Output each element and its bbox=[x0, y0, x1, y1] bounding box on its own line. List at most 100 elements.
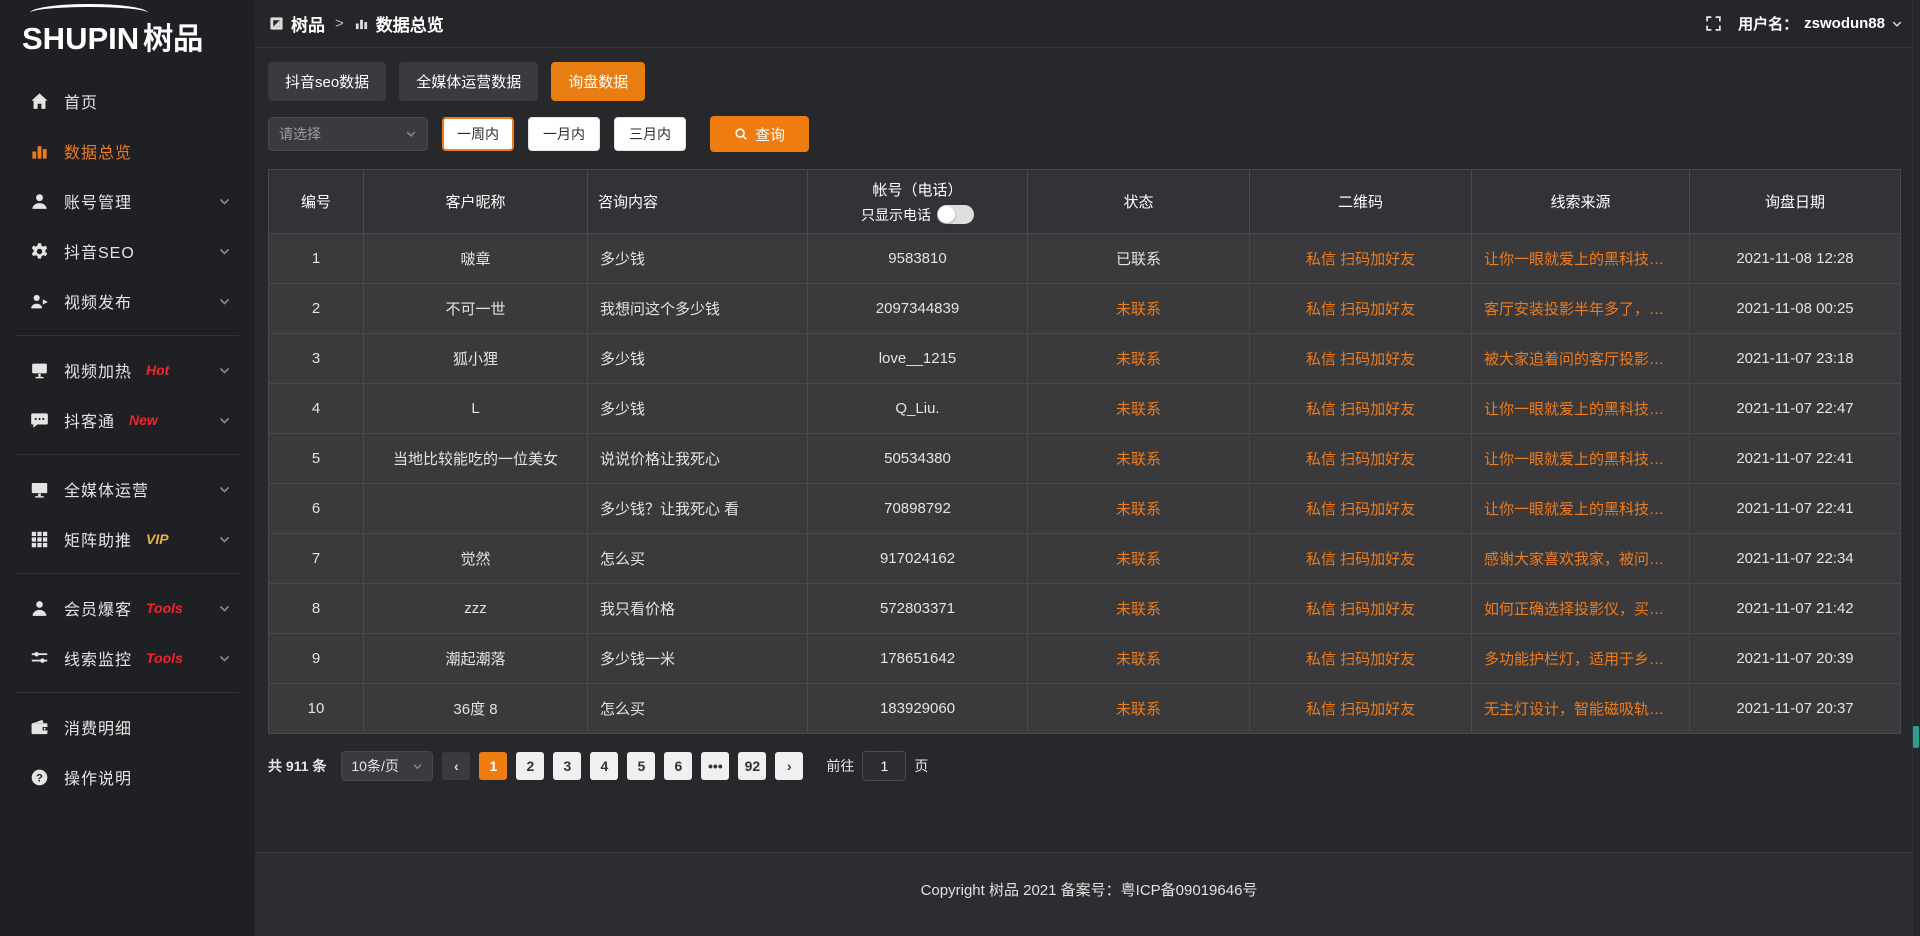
sidebar-item-10[interactable]: 会员爆客Tools bbox=[0, 583, 255, 633]
cell-source[interactable]: 无主灯设计，智能磁吸轨道灯... bbox=[1472, 684, 1690, 734]
search-button-label: 查询 bbox=[755, 124, 785, 145]
cell-nickname: 当地比较能吃的一位美女 bbox=[364, 434, 588, 484]
cell-qrcode[interactable]: 私信 扫码加好友 bbox=[1250, 484, 1472, 534]
sidebar-item-1[interactable]: 首页 bbox=[0, 76, 255, 126]
cell-qrcode[interactable]: 私信 扫码加好友 bbox=[1250, 634, 1472, 684]
next-page-button[interactable]: › bbox=[775, 752, 803, 780]
cell-qrcode[interactable]: 私信 扫码加好友 bbox=[1250, 584, 1472, 634]
sidebar: SHUPIN树品 首页数据总览账号管理抖音SEO视频发布视频加热Hot抖客通Ne… bbox=[0, 0, 255, 936]
cell-id: 1 bbox=[269, 234, 364, 284]
tab-2[interactable]: 全媒体运营数据 bbox=[399, 62, 538, 101]
cell-qrcode[interactable]: 私信 扫码加好友 bbox=[1250, 284, 1472, 334]
tab-3[interactable]: 询盘数据 bbox=[551, 62, 645, 101]
sidebar-divider bbox=[16, 454, 239, 455]
cell-source[interactable]: 被大家追着问的客厅投影分享... bbox=[1472, 334, 1690, 384]
cell-qrcode[interactable]: 私信 扫码加好友 bbox=[1250, 384, 1472, 434]
bar-chart-icon bbox=[354, 16, 369, 31]
cell-date: 2021-11-07 22:41 bbox=[1690, 484, 1901, 534]
cell-nickname: 啵章 bbox=[364, 234, 588, 284]
cell-account: love__1215 bbox=[808, 334, 1028, 384]
prev-page-button[interactable]: ‹ bbox=[442, 752, 470, 780]
user-menu[interactable]: 用户名：zswodun88 bbox=[1738, 13, 1903, 34]
page-ellipsis-button[interactable]: ••• bbox=[701, 752, 729, 780]
sidebar-item-6[interactable]: 视频加热Hot bbox=[0, 345, 255, 395]
sidebar-item-13[interactable]: ?操作说明 bbox=[0, 752, 255, 802]
scrollbar-track[interactable] bbox=[1912, 0, 1920, 936]
content-area: 抖音seo数据全媒体运营数据询盘数据 请选择 一周内一月内三月内 查询 bbox=[255, 48, 1920, 852]
search-button[interactable]: 查询 bbox=[710, 116, 809, 152]
account-select[interactable]: 请选择 bbox=[268, 117, 428, 151]
cell-id: 9 bbox=[269, 634, 364, 684]
page-size-select[interactable]: 10条/页 bbox=[341, 751, 433, 781]
page-button-3[interactable]: 3 bbox=[553, 752, 581, 780]
search-icon bbox=[734, 127, 748, 141]
page-button-4[interactable]: 4 bbox=[590, 752, 618, 780]
breadcrumb-current: 数据总览 bbox=[376, 11, 444, 36]
sidebar-item-badge: Tools bbox=[146, 600, 183, 616]
sidebar-divider bbox=[16, 335, 239, 336]
cell-source[interactable]: 让你一眼就爱上的黑科技，能... bbox=[1472, 484, 1690, 534]
topbar-right: 用户名：zswodun88 bbox=[1705, 13, 1903, 34]
cell-source[interactable]: 让你一眼就爱上的黑科技，能... bbox=[1472, 434, 1690, 484]
col-header-content: 咨询内容 bbox=[588, 170, 808, 234]
scrollbar-marker[interactable] bbox=[1913, 726, 1919, 748]
sidebar-item-7[interactable]: 抖客通New bbox=[0, 395, 255, 445]
cell-content: 说说价格让我死心 bbox=[588, 434, 808, 484]
breadcrumb-root[interactable]: 树品 bbox=[291, 11, 325, 36]
chevron-down-icon bbox=[218, 602, 231, 615]
sidebar-item-12[interactable]: 消费明细 bbox=[0, 702, 255, 752]
sidebar-item-11[interactable]: 线索监控Tools bbox=[0, 633, 255, 683]
range-button-3[interactable]: 三月内 bbox=[614, 117, 686, 151]
range-button-1[interactable]: 一周内 bbox=[442, 117, 514, 151]
cell-status: 未联系 bbox=[1028, 634, 1250, 684]
cell-account: 50534380 bbox=[808, 434, 1028, 484]
cell-qrcode[interactable]: 私信 扫码加好友 bbox=[1250, 234, 1472, 284]
cell-nickname: L bbox=[364, 384, 588, 434]
sidebar-item-4[interactable]: 抖音SEO bbox=[0, 226, 255, 276]
cell-qrcode[interactable]: 私信 扫码加好友 bbox=[1250, 334, 1472, 384]
tab-1[interactable]: 抖音seo数据 bbox=[268, 62, 386, 101]
topbar: 树品 > 数据总览 用户名：zswodun88 bbox=[255, 0, 1920, 48]
col-header-id: 编号 bbox=[269, 170, 364, 234]
sidebar-item-label: 视频发布 bbox=[64, 289, 132, 313]
cell-nickname: 不可一世 bbox=[364, 284, 588, 334]
range-button-2[interactable]: 一月内 bbox=[528, 117, 600, 151]
logo-text-cn: 树品 bbox=[143, 23, 203, 56]
cell-qrcode[interactable]: 私信 扫码加好友 bbox=[1250, 534, 1472, 584]
chevron-down-icon bbox=[218, 533, 231, 546]
cell-qrcode[interactable]: 私信 扫码加好友 bbox=[1250, 684, 1472, 734]
cell-account: 178651642 bbox=[808, 634, 1028, 684]
sidebar-item-8[interactable]: 全媒体运营 bbox=[0, 464, 255, 514]
page-number-group: 123456 ••• 92 bbox=[479, 752, 766, 780]
page-button-6[interactable]: 6 bbox=[664, 752, 692, 780]
cell-id: 2 bbox=[269, 284, 364, 334]
sidebar-item-2[interactable]: 数据总览 bbox=[0, 126, 255, 176]
cell-source[interactable]: 多功能护栏灯，适用于乡村文... bbox=[1472, 634, 1690, 684]
sidebar-item-badge: VIP bbox=[146, 531, 169, 547]
account-header-label: 帐号（电话） bbox=[872, 179, 962, 200]
cell-source[interactable]: 让你一眼就爱上的黑科技，能... bbox=[1472, 234, 1690, 284]
cell-source[interactable]: 客厅安装投影半年多了，真实... bbox=[1472, 284, 1690, 334]
page-button-5[interactable]: 5 bbox=[627, 752, 655, 780]
page-button-2[interactable]: 2 bbox=[516, 752, 544, 780]
cell-source[interactable]: 让你一眼就爱上的黑科技，能... bbox=[1472, 384, 1690, 434]
breadcrumb-separator: > bbox=[335, 15, 344, 32]
monitor-icon bbox=[30, 480, 49, 499]
goto-page-input[interactable] bbox=[862, 751, 906, 781]
cell-nickname: 觉然 bbox=[364, 534, 588, 584]
sidebar-item-3[interactable]: 账号管理 bbox=[0, 176, 255, 226]
fullscreen-icon[interactable] bbox=[1705, 15, 1722, 32]
cell-qrcode[interactable]: 私信 扫码加好友 bbox=[1250, 434, 1472, 484]
breadcrumb: 树品 > 数据总览 bbox=[269, 11, 444, 36]
toggle-knob bbox=[938, 206, 955, 223]
chat-icon bbox=[30, 411, 49, 430]
cell-source[interactable]: 如何正确选择投影仪，买投影... bbox=[1472, 584, 1690, 634]
sidebar-item-5[interactable]: 视频发布 bbox=[0, 276, 255, 326]
cell-source[interactable]: 感谢大家喜欢我家，被问了好... bbox=[1472, 534, 1690, 584]
sidebar-item-9[interactable]: 矩阵助推VIP bbox=[0, 514, 255, 564]
cell-date: 2021-11-07 21:42 bbox=[1690, 584, 1901, 634]
page-button-1[interactable]: 1 bbox=[479, 752, 507, 780]
phone-only-toggle[interactable] bbox=[937, 205, 974, 224]
table-row: 5当地比较能吃的一位美女说说价格让我死心50534380未联系私信 扫码加好友让… bbox=[269, 434, 1901, 484]
page-button-92[interactable]: 92 bbox=[738, 752, 766, 780]
